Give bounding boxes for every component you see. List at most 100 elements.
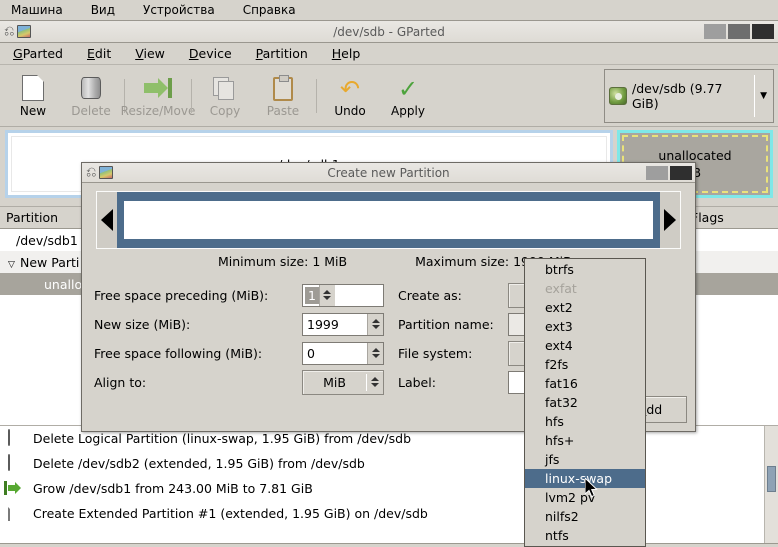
fs-menu-item-ext3[interactable]: ext3 xyxy=(525,317,645,336)
trash-can-icon xyxy=(8,453,26,473)
spinner-buttons[interactable] xyxy=(318,284,335,306)
close-button[interactable] xyxy=(752,24,774,39)
operations-scrollbar[interactable] xyxy=(764,426,778,543)
partition-size-track[interactable] xyxy=(117,192,660,248)
toolbar-apply-button[interactable]: ✓ Apply xyxy=(379,68,437,124)
resize-handle-right[interactable] xyxy=(660,192,680,248)
spinner-up-icon[interactable] xyxy=(371,319,380,323)
list-item[interactable]: Grow /dev/sdb1 from 243.00 MiB to 7.81 G… xyxy=(0,476,778,501)
toolbar-paste-button[interactable]: Paste xyxy=(254,68,312,124)
toolbar-new-button[interactable]: New xyxy=(4,68,62,124)
hard-disk-icon xyxy=(609,87,627,105)
toolbar-resize-move-button[interactable]: Resize/Move xyxy=(121,68,195,124)
menu-partition[interactable]: Partition xyxy=(251,44,313,63)
menu-help[interactable]: Help xyxy=(327,44,366,63)
dialog-title: Create new Partition xyxy=(327,165,450,180)
spinner-down-icon[interactable] xyxy=(371,325,380,329)
host-menu-machine[interactable]: Машина xyxy=(8,2,66,18)
field-label: Align to: xyxy=(94,374,147,390)
spinner-up-icon[interactable] xyxy=(371,348,380,352)
fs-menu-item-fat16[interactable]: fat16 xyxy=(525,374,645,393)
gparted-toolbar: New Delete Resize/Move Copy Paste ↶ Undo… xyxy=(0,65,778,127)
spinner-down-icon[interactable] xyxy=(371,354,380,358)
list-item[interactable]: Delete /dev/sdb2 (extended, 1.95 GiB) fr… xyxy=(0,451,778,476)
chevron-down-icon[interactable]: ▼ xyxy=(760,91,769,101)
field-free-space-preceding: Free space preceding (MiB): 1 xyxy=(94,281,384,309)
resize-handle-left[interactable] xyxy=(97,192,117,248)
partition-size-widget[interactable] xyxy=(96,191,681,249)
partition-size-fill xyxy=(124,201,653,239)
dialog-window-buttons xyxy=(646,166,692,180)
host-menu-devices[interactable]: Устройства xyxy=(140,2,218,18)
operation-text: Grow /dev/sdb1 from 243.00 MiB to 7.81 G… xyxy=(33,481,313,496)
fs-menu-item-linux-swap[interactable]: linux-swap xyxy=(525,469,645,488)
disk-unallocated-label: unallocated xyxy=(658,148,732,163)
toolbar-delete-button[interactable]: Delete xyxy=(62,68,120,124)
field-value: 0 xyxy=(307,345,315,361)
host-menu-view[interactable]: Вид xyxy=(88,2,118,18)
minimize-button[interactable] xyxy=(704,24,726,39)
gparted-menubar: GGPartedParted Edit View Device Partitio… xyxy=(0,43,778,65)
resize-arrow-icon xyxy=(4,480,26,498)
fs-menu-item-fat32[interactable]: fat32 xyxy=(525,393,645,412)
menu-device[interactable]: Device xyxy=(184,44,237,63)
new-document-icon xyxy=(18,74,48,102)
fs-menu-item-lvm2-pv[interactable]: lvm2 pv xyxy=(525,488,645,507)
fs-menu-item-ext4[interactable]: ext4 xyxy=(525,336,645,355)
spinner-up-icon xyxy=(371,377,379,381)
field-label: Label: xyxy=(398,374,436,390)
window-title: /dev/sdb - GParted xyxy=(333,24,445,39)
device-selector-label: /dev/sdb (9.77 GiB) xyxy=(632,81,723,111)
list-item[interactable]: Create Extended Partition #1 (extended, … xyxy=(0,501,778,526)
operation-text: Delete /dev/sdb2 (extended, 1.95 GiB) fr… xyxy=(33,456,365,471)
dialog-titlebar: ⎌ Create new Partition xyxy=(82,163,695,183)
fs-menu-item-jfs[interactable]: jfs xyxy=(525,450,645,469)
undo-arrow-icon: ↶ xyxy=(339,74,361,103)
free-space-following-input[interactable]: 0 xyxy=(302,341,384,365)
fs-menu-item-nilfs2[interactable]: nilfs2 xyxy=(525,507,645,526)
field-label: Free space preceding (MiB): xyxy=(94,287,269,303)
add-button-label: dd xyxy=(646,402,663,417)
toolbar-copy-button[interactable]: Copy xyxy=(196,68,254,124)
fs-menu-item-hfsplus[interactable]: hfs+ xyxy=(525,431,645,450)
field-value: 1 xyxy=(305,286,319,304)
triangle-left-icon xyxy=(101,209,113,231)
table-cell-partition-label: New Parti xyxy=(20,254,80,270)
spinner-buttons[interactable] xyxy=(367,313,383,335)
dialog-minimize-button[interactable] xyxy=(646,166,668,180)
scrollbar-thumb[interactable] xyxy=(767,466,776,492)
window-titlebar: ⎌ /dev/sdb - GParted xyxy=(0,21,778,43)
fs-menu-item-ext2[interactable]: ext2 xyxy=(525,298,645,317)
toolbar-undo-button[interactable]: ↶ Undo xyxy=(321,68,379,124)
spinner-down-icon[interactable] xyxy=(323,296,332,300)
status-bar: 4 operations pending xyxy=(0,543,778,547)
menu-view[interactable]: View xyxy=(130,44,170,63)
field-free-space-following: Free space following (MiB): 0 xyxy=(94,339,384,367)
combobox-arrows[interactable] xyxy=(367,377,383,387)
virtualbox-host-menubar: Машина Вид Устройства Справка xyxy=(0,0,778,20)
align-to-combobox[interactable]: MiB xyxy=(302,369,384,395)
field-align-to: Align to: MiB xyxy=(94,368,384,396)
dialog-close-button[interactable] xyxy=(670,166,692,180)
menu-edit[interactable]: Edit xyxy=(82,44,116,63)
column-header-flags[interactable]: Flags xyxy=(685,207,778,228)
expander-triangle-icon[interactable]: ▽ xyxy=(8,260,20,270)
fs-menu-item-ntfs[interactable]: ntfs xyxy=(525,526,645,545)
green-check-icon: ✓ xyxy=(397,74,419,103)
new-size-input[interactable]: 1999 xyxy=(302,312,384,336)
host-menu-help[interactable]: Справка xyxy=(240,2,299,18)
spinner-buttons[interactable] xyxy=(367,342,383,364)
fs-menu-item-btrfs[interactable]: btrfs xyxy=(525,260,645,279)
fs-menu-item-f2fs[interactable]: f2fs xyxy=(525,355,645,374)
triangle-right-icon xyxy=(664,209,676,231)
spinner-up-icon[interactable] xyxy=(323,290,332,294)
device-selector-separator xyxy=(754,75,756,117)
field-label: File system: xyxy=(398,345,473,361)
menu-gparted[interactable]: GGPartedParted xyxy=(8,44,68,63)
fs-menu-item-hfs[interactable]: hfs xyxy=(525,412,645,431)
field-label: Create as: xyxy=(398,287,462,303)
maximize-button[interactable] xyxy=(728,24,750,39)
field-new-size: New size (MiB): 1999 xyxy=(94,310,384,338)
device-selector[interactable]: /dev/sdb (9.77 GiB) ▼ xyxy=(604,69,774,123)
free-space-preceding-input[interactable]: 1 xyxy=(302,283,384,307)
